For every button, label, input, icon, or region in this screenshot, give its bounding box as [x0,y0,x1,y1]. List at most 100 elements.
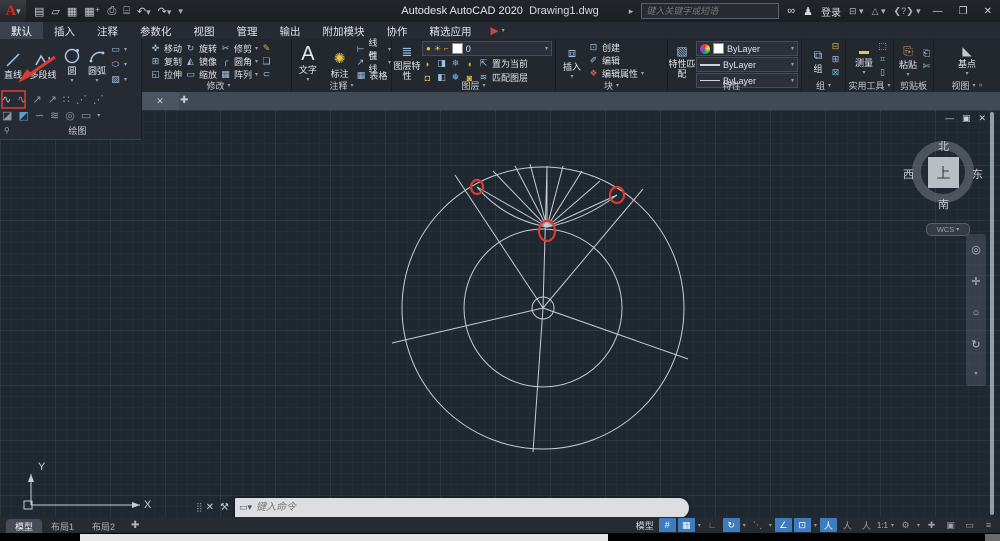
move-icon[interactable]: ✜ [150,43,161,54]
isodraft-toggle[interactable]: ⋱ [749,518,766,532]
base-button[interactable]: ◣ 基点 ▾ [950,41,984,77]
command-line-grip[interactable]: ⣿ [196,502,203,513]
autodesk-app-icon[interactable]: △ ▾ [872,6,886,17]
tab-insert[interactable]: 插入 [43,22,86,39]
create-block-icon[interactable]: ⊡ [588,42,599,53]
leader-icon[interactable]: ↗ [356,57,366,68]
quick-calc-icon[interactable]: ⌗ [877,54,888,65]
trim-icon[interactable]: ✂ [220,43,231,54]
signin-person-icon[interactable]: ♟ [803,5,813,18]
object-snap-tracking-toggle[interactable]: ∠ [774,518,792,532]
redo-icon[interactable]: ↷▾ [158,5,172,18]
polar-tracking-toggle[interactable]: ↻ [722,518,740,532]
viewport-close-icon[interactable]: ✕ [979,113,987,124]
ortho-toggle[interactable]: ∟ [704,518,721,532]
line-button[interactable]: 直线 [0,48,26,80]
steering-wheel-icon[interactable]: ◎ [971,243,981,256]
workspace-gear-icon[interactable]: ⚙ [897,518,914,532]
open-folder-icon[interactable]: ▱ [51,5,59,18]
rectangle-icon[interactable]: ▭ [110,44,121,55]
new-drawing-tab-icon[interactable]: ✚ [180,95,188,106]
isolate-objects-icon[interactable]: ▣ [942,518,959,532]
vertical-scrollbar[interactable] [990,112,994,515]
search-arrow-icon[interactable]: ▸ [629,6,634,17]
trim-label[interactable]: 修剪 [234,42,252,55]
mirror-label[interactable]: 镜像 [199,55,217,68]
save-icon[interactable]: ▦ [67,5,77,18]
panel-label-view[interactable]: 视图 ▾» [934,79,1000,92]
spline-fit-icon[interactable]: ∿ [2,93,11,106]
fillet-label[interactable]: 圆角 [234,55,252,68]
copy-clip-icon[interactable]: ⎗ [921,48,932,59]
flyout-more-icon[interactable]: ▾ [97,112,100,119]
viewcube-south-label[interactable]: 南 [938,196,949,212]
object-snap-toggle[interactable]: ⊡ [793,518,811,532]
orbit-icon[interactable]: ↻ [971,338,980,351]
wcs-dropdown[interactable]: WCS ▾ [926,223,970,236]
plot-icon[interactable]: ⎙ [107,5,116,18]
boundary-icon[interactable]: ◩ [18,109,28,122]
restore-button[interactable]: ❐ [955,6,972,17]
status-model-label[interactable]: 模型 [636,519,654,532]
undo-icon[interactable]: ↶▾ [137,5,151,18]
quick-select-icon[interactable]: ⬚ [877,41,888,52]
customize-menu-icon[interactable]: ≡ [980,518,997,532]
ungroup-icon[interactable]: ⊟ [830,41,841,52]
tab-home[interactable]: 默认 [0,22,43,39]
viewcube-west-label[interactable]: 西 [903,166,914,182]
paste-button[interactable]: ⎘ 粘贴 ▾ [895,41,921,78]
make-current-label[interactable]: 置为当前 [492,57,528,70]
ray-icon[interactable]: ↗ [48,93,57,106]
multiple-points-icon[interactable]: ∷ [63,93,70,106]
panel-label-utilities[interactable]: 实用工具 ▾ [846,79,893,92]
minimize-button[interactable]: — [929,6,947,17]
tab-layout2[interactable]: 布局2 [83,519,124,533]
command-input-field[interactable]: ▭▾ [234,497,689,518]
tab-featured-apps[interactable]: 精选应用 [419,22,483,39]
layer-freeze-icon[interactable]: ❄ [450,58,461,69]
circle-button[interactable]: 圆 ▾ [60,44,84,84]
divide-icon[interactable]: ⋰ [76,93,87,106]
osnap-dropdown-icon[interactable]: ▾ [813,522,818,529]
match-properties-button[interactable]: ▧ 特性匹配 [668,41,696,79]
text-button[interactable]: A 文字 ▾ [292,41,324,83]
revision-cloud-icon[interactable]: ∽ [35,109,44,122]
help-icon[interactable]: ❮?❯ ▾ [894,6,921,17]
make-current-icon[interactable]: ⇱ [478,58,489,69]
rotate-icon[interactable]: ↻ [185,43,196,54]
clean-screen-icon[interactable]: ▭ [961,518,978,532]
edit-attributes-icon[interactable]: ❖ [588,68,599,79]
tab-addins[interactable]: 附加模块 [312,22,376,39]
copy-icon[interactable]: ⊞ [150,56,161,67]
tab-output[interactable]: 输出 [269,22,312,39]
edit-block-icon[interactable]: ✐ [588,55,599,66]
tab-model[interactable]: 模型 [6,519,43,533]
tab-view[interactable]: 视图 [183,22,226,39]
panel-label-block[interactable]: 块 ▾ [556,79,667,92]
copy-label[interactable]: 复制 [164,55,182,68]
drawing-file-tab[interactable]: ✕ [141,92,179,110]
layer-off-icon[interactable]: ◗ [422,59,433,69]
new-layout-icon[interactable]: ✚ [124,520,146,531]
group-button[interactable]: ⧉ 组 [806,45,830,74]
viewcube-top-face[interactable]: 上 [928,157,959,188]
grid-toggle[interactable]: # [658,518,676,532]
polar-dropdown-icon[interactable]: ▾ [742,522,747,529]
group-select-icon[interactable]: ⊠ [830,67,841,78]
cut-clip-icon[interactable]: ✄ [921,61,932,72]
panel-label-draw[interactable]: 绘图 [14,124,141,137]
application-menu-button[interactable]: A ▾ [0,0,26,22]
group-edit-icon[interactable]: ⊞ [830,54,841,65]
pan-icon[interactable]: ✛ [971,275,980,288]
tab-manage[interactable]: 管理 [226,22,269,39]
panel-label-annotation[interactable]: 注释 ▾ [292,79,391,92]
snap-toggle[interactable]: ▦ [677,518,695,532]
close-tab-icon[interactable]: ✕ [156,96,164,107]
close-button[interactable]: ✕ [980,6,996,17]
signin-label[interactable]: 登录 [821,4,841,19]
pin-panel-icon[interactable]: ⚲ [0,126,14,135]
dimension-button[interactable]: ✺ 标注 [324,45,356,79]
edit-block-label[interactable]: 编辑 [602,54,620,67]
viewcube-east-label[interactable]: 东 [972,166,983,182]
layer-isolate-icon[interactable]: ◨ [436,58,447,69]
